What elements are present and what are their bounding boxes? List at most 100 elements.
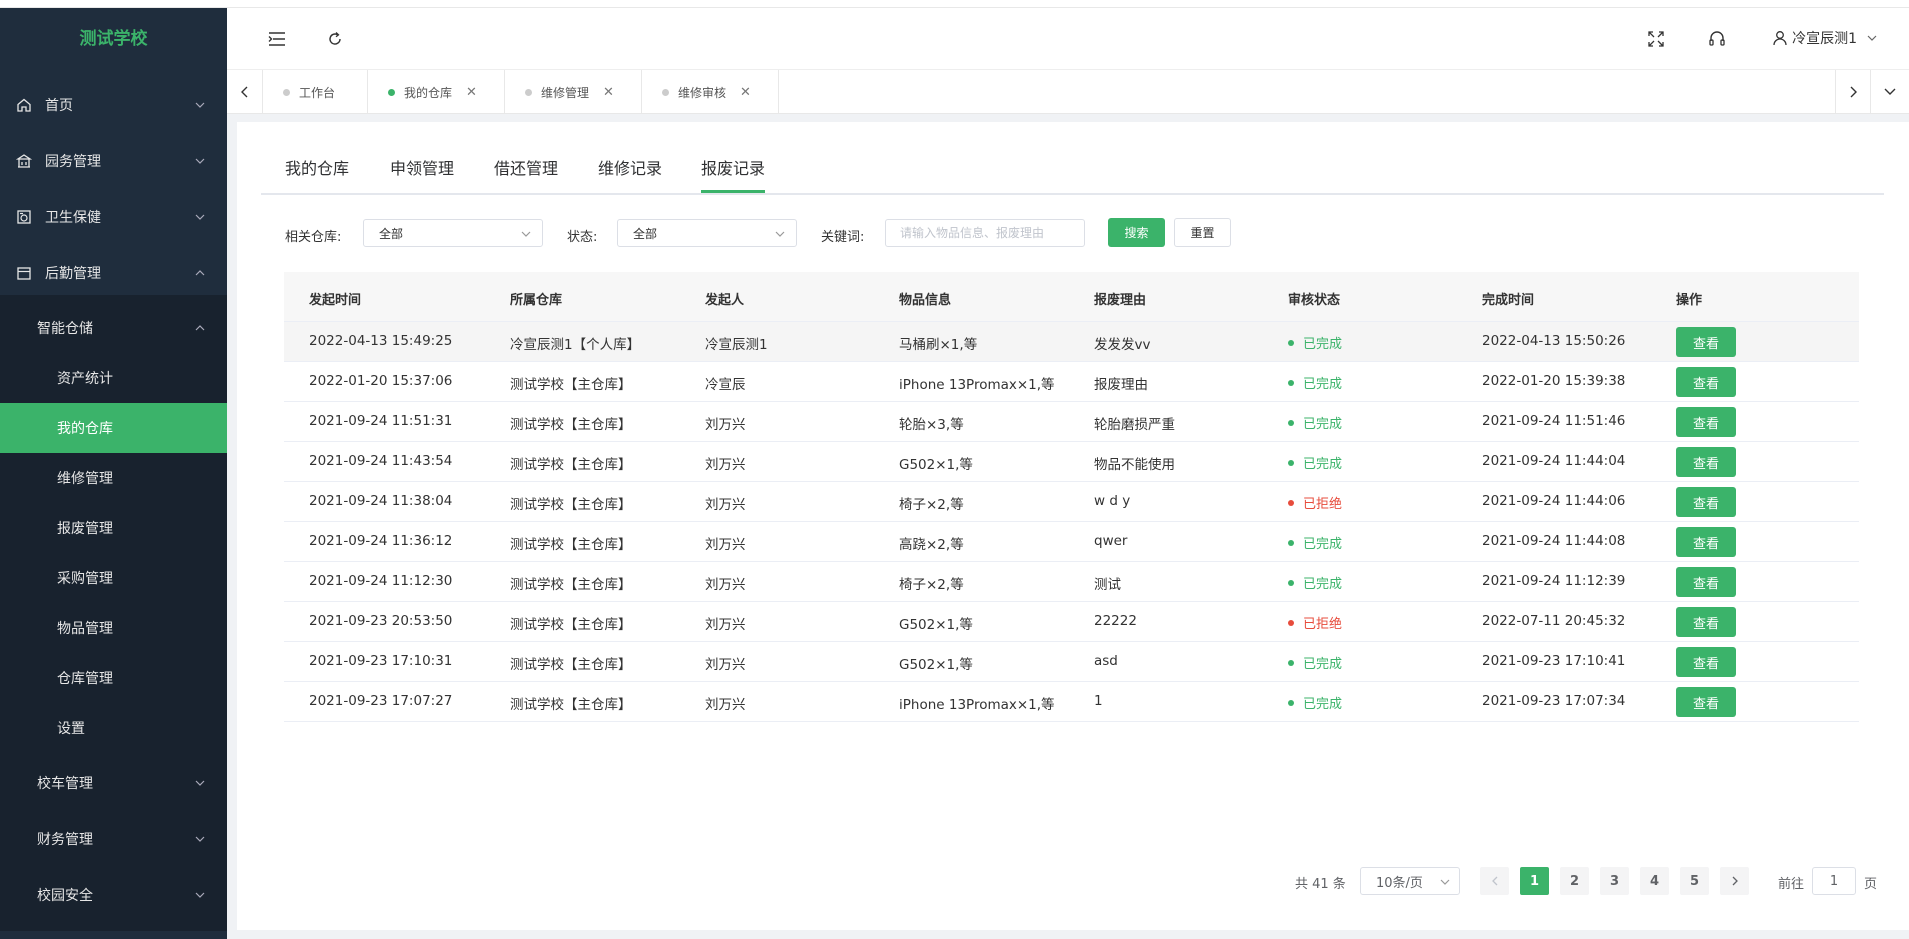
table-cell: 2022-01-20 15:39:38 <box>1482 373 1626 389</box>
tags-bar: 工作台 我的仓库 ✕ 维修管理 ✕ 维修审核 ✕ <box>227 70 1909 114</box>
page-button[interactable]: 4 <box>1640 867 1669 895</box>
sidebar-item-label: 首页 <box>45 98 73 114</box>
close-icon[interactable]: ✕ <box>603 85 614 100</box>
goto-page-input[interactable] <box>1812 867 1856 895</box>
sidebar-item-health[interactable]: 卫生保健 <box>0 189 227 245</box>
page-button[interactable]: 1 <box>1520 867 1549 895</box>
warehouse-filter-label: 相关仓库: <box>285 230 342 245</box>
sidebar-item-label: 校车管理 <box>37 776 93 792</box>
tag-label: 维修审核 <box>678 85 727 100</box>
table-cell: 冷宣辰测1【个人库】 <box>510 337 641 353</box>
prev-page-icon[interactable] <box>1480 867 1509 895</box>
page-button[interactable]: 3 <box>1600 867 1629 895</box>
tab-my-warehouse[interactable]: 我的仓库 <box>285 155 349 193</box>
search-button[interactable]: 搜索 <box>1108 218 1165 247</box>
sidebar-item-asset-stats[interactable]: 资产统计 <box>0 353 227 403</box>
view-button[interactable]: 查看 <box>1676 687 1736 717</box>
sidebar-item-school-bus[interactable]: 校车管理 <box>0 758 227 808</box>
refresh-icon[interactable] <box>323 27 347 51</box>
sidebar-item-scrap[interactable]: 报废管理 <box>0 503 227 553</box>
keyword-input[interactable] <box>885 219 1085 247</box>
status-badge: 已完成 <box>1288 573 1342 592</box>
status-badge: 已完成 <box>1288 373 1342 392</box>
sidebar-item-my-warehouse[interactable]: 我的仓库 <box>0 403 227 453</box>
chevron-down-icon <box>195 836 205 842</box>
tag-label: 工作台 <box>299 85 336 100</box>
menu-collapse-icon[interactable] <box>265 27 289 51</box>
tags-dropdown-icon[interactable] <box>1872 70 1908 114</box>
status-dot <box>1288 459 1294 466</box>
tab-scrap-records[interactable]: 报废记录 <box>701 155 765 193</box>
warehouse-select[interactable]: 全部 <box>363 219 543 247</box>
table-cell: 2021-09-23 17:07:27 <box>309 693 453 709</box>
view-button[interactable]: 查看 <box>1676 647 1736 677</box>
sidebar-item-home[interactable]: 首页 <box>0 77 227 133</box>
sidebar-item-settings[interactable]: 设置 <box>0 703 227 753</box>
tag-maintenance[interactable]: 维修管理 ✕ <box>505 70 642 114</box>
sidebar-item-warehouse-mgmt[interactable]: 仓库管理 <box>0 653 227 703</box>
table-cell: 测试学校【主仓库】 <box>510 377 632 393</box>
tab-maintenance-records[interactable]: 维修记录 <box>598 155 662 193</box>
page-suffix: 页 <box>1864 876 1878 892</box>
sidebar-item-label: 仓库管理 <box>57 671 113 687</box>
tag-workbench[interactable]: 工作台 <box>263 70 368 114</box>
page-size-select[interactable]: 10条/页 <box>1360 867 1460 895</box>
view-button[interactable]: 查看 <box>1676 447 1736 477</box>
table-cell: 2021-09-24 11:51:31 <box>309 413 453 429</box>
sidebar-item-campus-safety[interactable]: 校园安全 <box>0 870 227 920</box>
table-cell: 2021-09-24 11:44:06 <box>1482 493 1626 509</box>
tab-requisition[interactable]: 申领管理 <box>390 155 454 193</box>
status-badge: 已拒绝 <box>1288 493 1342 512</box>
sidebar-item-logistics[interactable]: 后勤管理 <box>0 245 227 301</box>
tags-scroll-right-icon[interactable] <box>1835 70 1871 114</box>
status-text: 已完成 <box>1303 577 1343 592</box>
table-cell: 报废理由 <box>1094 377 1148 393</box>
view-button[interactable]: 查看 <box>1676 607 1736 637</box>
reset-button[interactable]: 重置 <box>1174 218 1231 247</box>
close-icon[interactable]: ✕ <box>466 85 477 100</box>
fullscreen-icon[interactable] <box>1644 27 1668 51</box>
table-cell: 测试学校【主仓库】 <box>510 697 632 713</box>
table-cell: 测试学校【主仓库】 <box>510 457 632 473</box>
status-badge: 已拒绝 <box>1288 613 1342 632</box>
table-row: 2021-09-24 11:36:12 测试学校【主仓库】 刘万兴 高跷×2,等 qwe… <box>284 522 1859 562</box>
table-cell: 刘万兴 <box>705 697 746 713</box>
view-button[interactable]: 查看 <box>1676 407 1736 437</box>
sidebar-group-smart-storage[interactable]: 智能仓储 <box>0 303 227 353</box>
table-row: 2021-09-24 11:12:30 测试学校【主仓库】 刘万兴 椅子×2,等 测试 已… <box>284 562 1859 602</box>
chevron-down-icon <box>1867 35 1877 41</box>
sidebar-item-campus-affairs[interactable]: 园务管理 <box>0 133 227 189</box>
user-menu[interactable]: 冷宣辰测1 <box>1772 28 1879 48</box>
headset-icon[interactable] <box>1705 27 1729 51</box>
tab-borrow-return[interactable]: 借还管理 <box>494 155 558 193</box>
table-row: 2021-09-23 17:07:27 测试学校【主仓库】 刘万兴 iPhone 13… <box>284 682 1859 722</box>
tag-my-warehouse[interactable]: 我的仓库 ✕ <box>368 70 505 114</box>
view-button[interactable]: 查看 <box>1676 487 1736 517</box>
status-text: 已拒绝 <box>1303 617 1343 632</box>
page-button[interactable]: 2 <box>1560 867 1589 895</box>
view-button[interactable]: 查看 <box>1676 527 1736 557</box>
close-icon[interactable]: ✕ <box>740 85 751 100</box>
status-dot <box>1288 339 1294 346</box>
tag-maintenance-review[interactable]: 维修审核 ✕ <box>642 70 779 114</box>
status-select-value: 全部 <box>633 226 658 241</box>
sidebar-item-maintenance[interactable]: 维修管理 <box>0 453 227 503</box>
table-row: 2021-09-24 11:51:31 测试学校【主仓库】 刘万兴 轮胎×3,等 轮胎磨… <box>284 402 1859 442</box>
sidebar-item-purchase[interactable]: 采购管理 <box>0 553 227 603</box>
chevron-down-icon <box>775 231 785 237</box>
view-button[interactable]: 查看 <box>1676 327 1736 357</box>
view-button[interactable]: 查看 <box>1676 367 1736 397</box>
status-select[interactable]: 全部 <box>617 219 797 247</box>
tags-scroll-left-icon[interactable] <box>227 70 263 114</box>
table-cell: 2021-09-24 11:36:12 <box>309 533 453 549</box>
sidebar-item-finance[interactable]: 财务管理 <box>0 814 227 864</box>
tag-dot <box>525 88 532 96</box>
table-cell: 测试学校【主仓库】 <box>510 657 632 673</box>
sidebar-item-goods[interactable]: 物品管理 <box>0 603 227 653</box>
table-cell: 1 <box>1094 693 1103 709</box>
view-button[interactable]: 查看 <box>1676 567 1736 597</box>
sidebar-item-label: 园务管理 <box>45 154 101 170</box>
page-button[interactable]: 5 <box>1680 867 1709 895</box>
next-page-icon[interactable] <box>1720 867 1749 895</box>
status-text: 已完成 <box>1303 417 1343 432</box>
